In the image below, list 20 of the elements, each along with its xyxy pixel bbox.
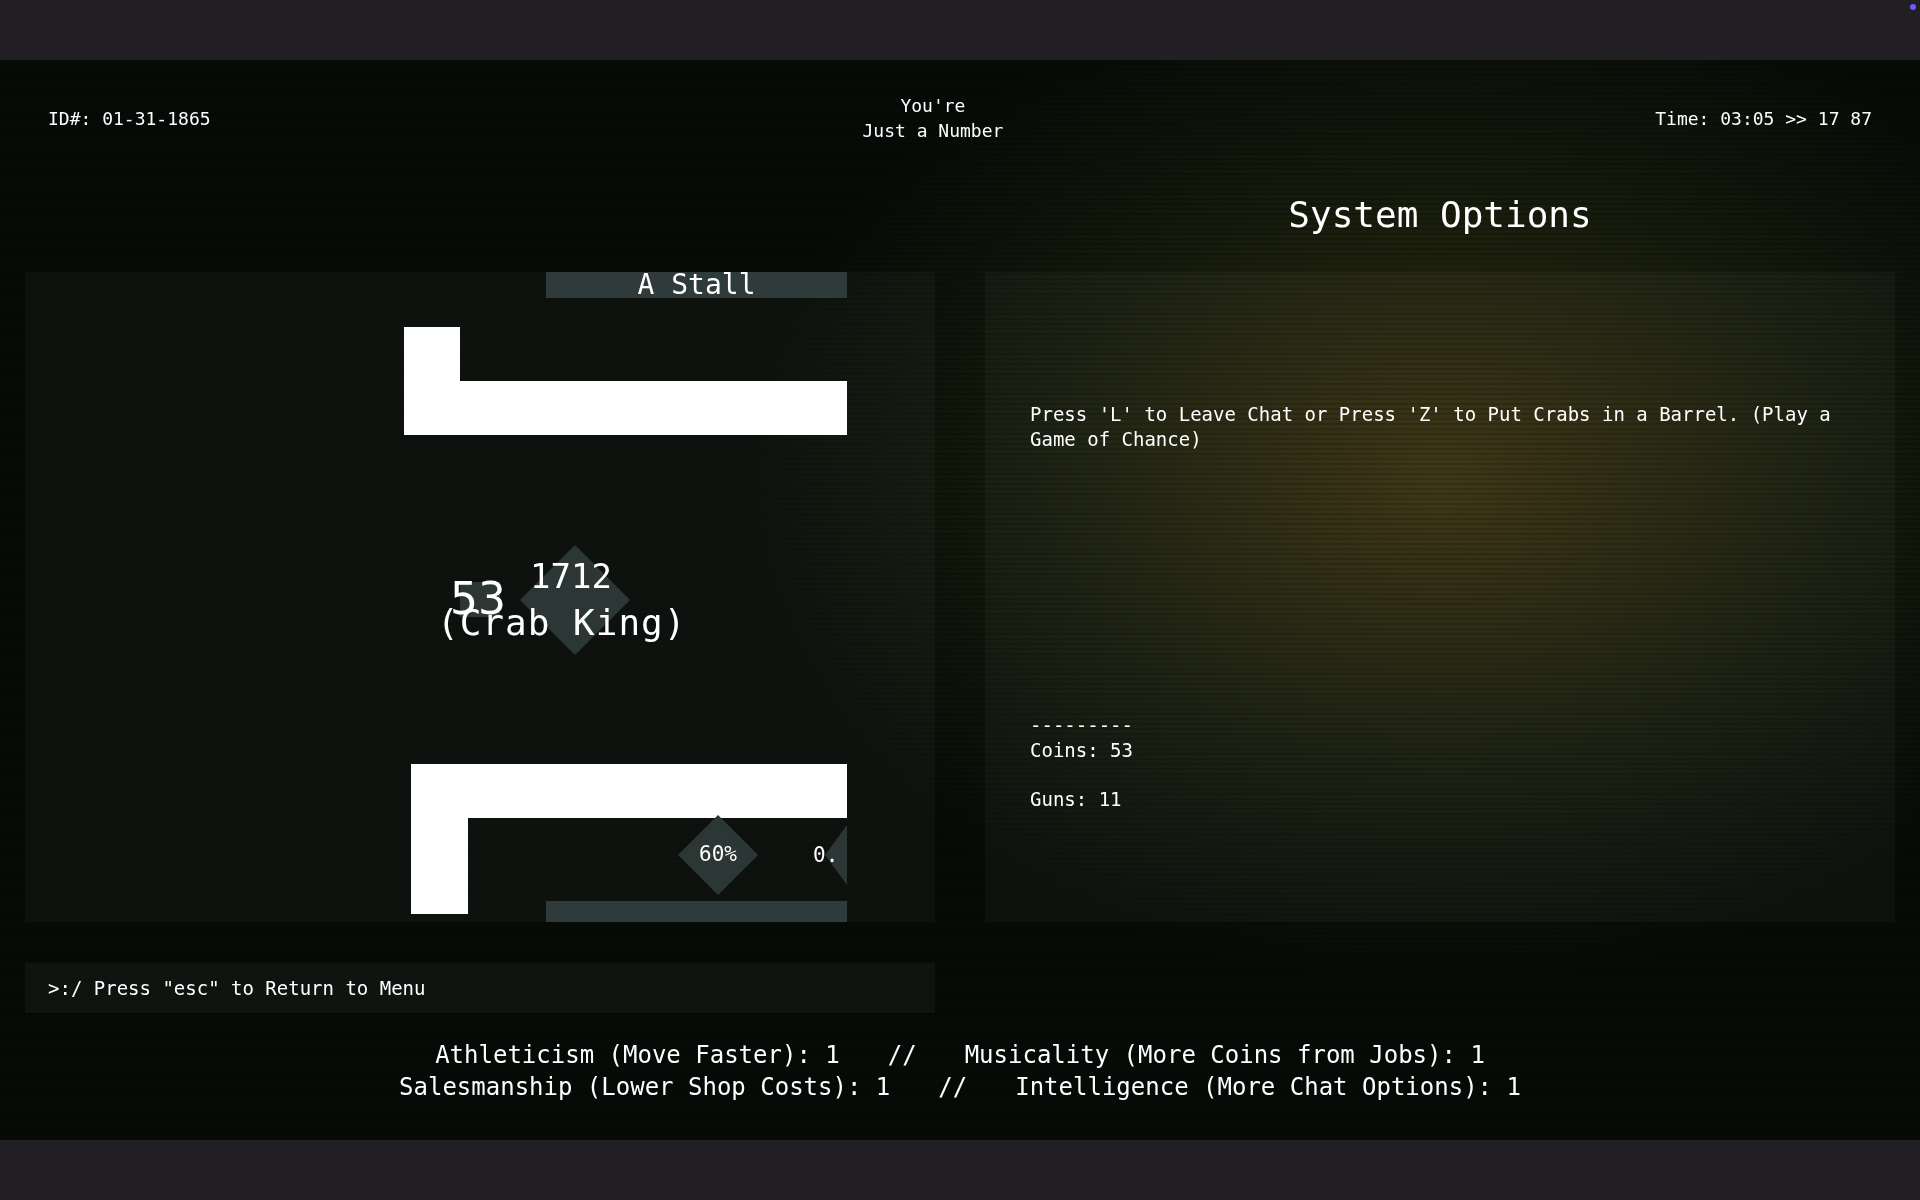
stat-readout: Coins: 53 — [1030, 738, 1134, 763]
attribute-stat: Musicality (More Coins from Jobs): 1 — [964, 1040, 1485, 1071]
stall-label: A Stall — [546, 272, 847, 298]
chance-badge: 60% — [678, 815, 758, 895]
player-number: 1712 — [530, 557, 612, 595]
chat-message: Press 'L' to Leave Chat or Press 'Z' to Put Crabs in a Barrel. (Play a Game of Chance) — [1030, 402, 1832, 452]
partial-value: 0. — [813, 842, 839, 868]
separator-text: // — [938, 1072, 968, 1103]
attribute-stat: Salesmanship (Lower Shop Costs): 1 — [399, 1072, 891, 1103]
player-id: ID#: 01-31-1865 — [48, 106, 211, 131]
panel-title: System Options — [1287, 193, 1593, 237]
separator-text: // — [887, 1040, 917, 1071]
command-prompt: >:/ Press "esc" to Return to Menu — [25, 963, 935, 1013]
stat-readout: Guns: 11 — [1030, 787, 1123, 812]
time-readout: Time: 03:05 >> 17 87 — [1655, 106, 1872, 131]
separator-text: --------- — [1030, 713, 1134, 738]
game-title: You're — [900, 94, 966, 118]
attribute-stat: Athleticism (Move Faster): 1 — [435, 1040, 840, 1071]
game-title: Just a Number — [862, 119, 1004, 143]
attribute-stat: Intelligence (More Chat Options): 1 — [1015, 1072, 1521, 1103]
